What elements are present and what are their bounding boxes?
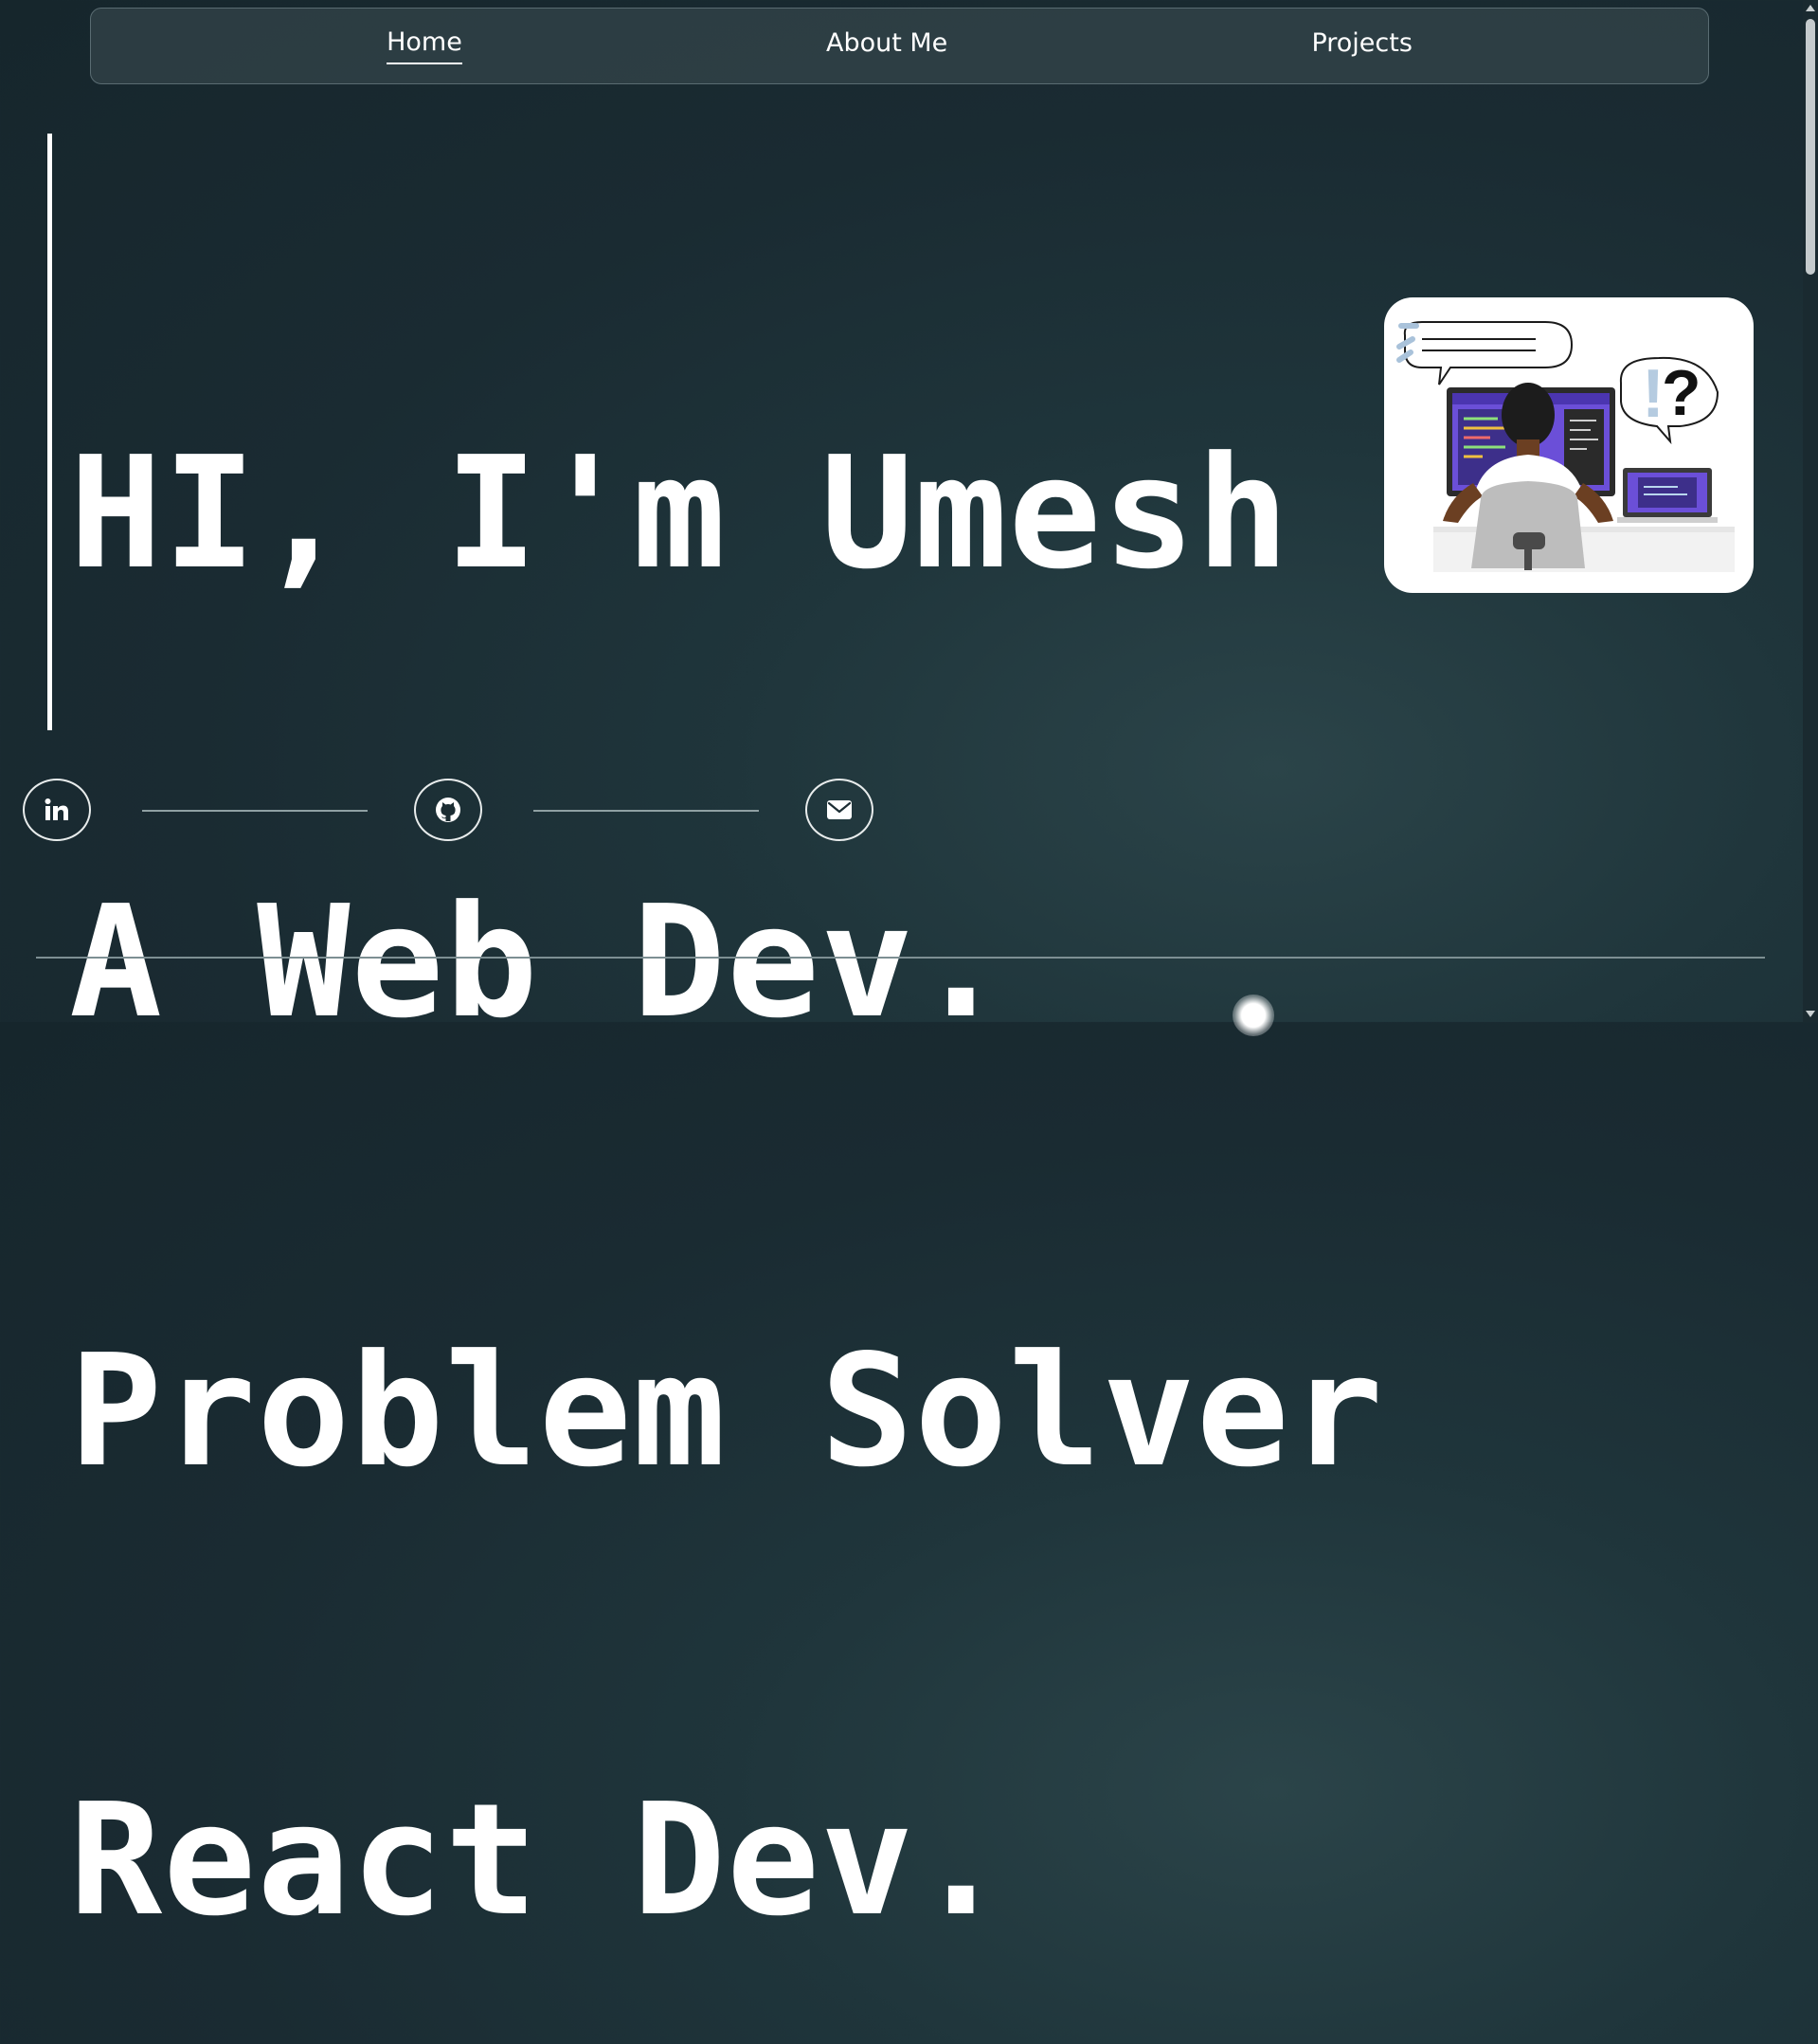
github-button[interactable] bbox=[414, 779, 482, 841]
developer-illustration-card: ! ? bbox=[1384, 297, 1754, 593]
email-button[interactable] bbox=[805, 779, 873, 841]
linkedin-icon bbox=[45, 798, 68, 820]
hero-heading: HI, I'm Umesh A Web Dev. Problem Solver … bbox=[69, 140, 1384, 2044]
scroll-thumb[interactable] bbox=[1806, 19, 1815, 275]
scroll-down-arrow-icon[interactable] bbox=[1806, 1011, 1815, 1017]
social-connector-line bbox=[142, 810, 368, 812]
social-links bbox=[23, 779, 875, 845]
hero-accent-bar bbox=[47, 134, 52, 730]
github-icon bbox=[436, 798, 460, 822]
scroll-up-arrow-icon[interactable] bbox=[1806, 5, 1815, 11]
nav-about-link[interactable]: About Me bbox=[826, 28, 947, 63]
section-divider bbox=[36, 957, 1765, 959]
hero-line-role-solver: Problem Solver bbox=[69, 1322, 1384, 1501]
nav-home-link[interactable]: Home bbox=[387, 27, 462, 64]
linkedin-button[interactable] bbox=[23, 779, 91, 841]
hero-line-greeting: HI, I'm Umesh bbox=[69, 424, 1290, 603]
nav-projects-link[interactable]: Projects bbox=[1311, 28, 1412, 63]
hero-line-role-web: A Web Dev. bbox=[69, 873, 1009, 1052]
svg-text:?: ? bbox=[1662, 357, 1701, 429]
vertical-scrollbar[interactable] bbox=[1803, 0, 1818, 1022]
hero-line-role-react: React Dev. bbox=[69, 1771, 1009, 1950]
developer-at-desk-illustration: ! ? bbox=[1396, 321, 1735, 572]
social-connector-line bbox=[533, 810, 759, 812]
navbar: Home About Me Projects bbox=[90, 8, 1709, 84]
glowing-orb bbox=[1233, 995, 1274, 1036]
mail-icon bbox=[827, 800, 852, 819]
